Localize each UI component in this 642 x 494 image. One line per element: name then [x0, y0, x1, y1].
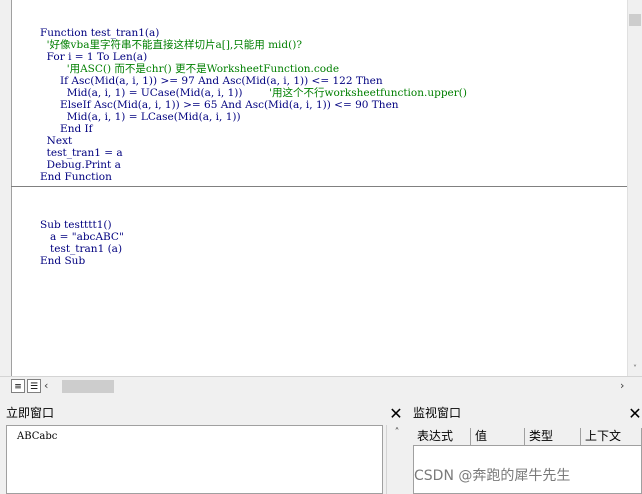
code-line[interactable]: End If: [40, 123, 467, 135]
code-text: For i = 1 To Len(a): [40, 51, 148, 63]
scroll-thumb[interactable]: [629, 14, 641, 26]
column-expression[interactable]: 表达式: [413, 428, 471, 445]
code-line[interactable]: [40, 207, 467, 219]
pane-gap: [0, 396, 642, 402]
code-text: Sub testttt1(): [40, 219, 112, 231]
column-value[interactable]: 值: [471, 428, 525, 445]
hscroll-thumb[interactable]: [62, 380, 114, 393]
code-text: Next: [40, 135, 73, 147]
code-line[interactable]: Mid(a, i, 1) = LCase(Mid(a, i, 1)): [40, 111, 467, 123]
code-text: test_tran1 = a: [40, 147, 123, 159]
code-line[interactable]: Sub testttt1(): [40, 219, 467, 231]
full-module-view-button[interactable]: ☰: [27, 379, 41, 393]
scroll-down-icon[interactable]: ˅: [628, 362, 642, 376]
procedure-view-button[interactable]: ≡: [11, 379, 25, 393]
code-line[interactable]: [40, 195, 467, 207]
code-text: If Asc(Mid(a, i, 1)) >= 97 And Asc(Mid(a…: [40, 75, 383, 87]
column-context[interactable]: 上下文: [581, 428, 642, 445]
watch-close-icon[interactable]: ✕: [628, 405, 642, 423]
code-line[interactable]: ElseIf Asc(Mid(a, i, 1)) >= 65 And Asc(M…: [40, 99, 467, 111]
immediate-output: ABCabc: [17, 431, 58, 442]
immediate-window-title: 立即窗口: [0, 403, 405, 423]
code-text: a = "abcABC": [40, 231, 124, 243]
code-line[interactable]: '好像vba里字符串不能直接这样切片a[],只能用 mid()?: [40, 39, 467, 51]
code-margin-bar[interactable]: [0, 0, 12, 376]
code-text: End If: [40, 123, 93, 135]
scroll-right-icon[interactable]: ›: [620, 379, 624, 392]
code-text: End Function: [40, 171, 112, 183]
code-text: End Sub: [40, 255, 86, 267]
code-comment: '好像vba里字符串不能直接这样切片a[],只能用 mid()?: [40, 39, 302, 51]
code-line[interactable]: Debug.Print a: [40, 159, 467, 171]
code-editor[interactable]: Function test_tran1(a) '好像vba里字符串不能直接这样切…: [40, 27, 467, 267]
code-window[interactable]: Function test_tran1(a) '好像vba里字符串不能直接这样切…: [0, 0, 642, 399]
watch-window-title: 监视窗口: [407, 403, 642, 423]
code-comment: '用这个不行worksheetfunction.upper(): [242, 87, 467, 99]
code-line[interactable]: End Sub: [40, 255, 467, 267]
code-line[interactable]: a = "abcABC": [40, 231, 467, 243]
code-text: Function test_tran1(a): [40, 27, 160, 39]
code-line[interactable]: Mid(a, i, 1) = UCase(Mid(a, i, 1)) '用这个不…: [40, 87, 467, 99]
immediate-vertical-scrollbar[interactable]: ˄: [386, 425, 406, 494]
code-line[interactable]: [40, 183, 467, 195]
code-line[interactable]: End Function: [40, 171, 467, 183]
code-line[interactable]: test_tran1 = a: [40, 147, 467, 159]
code-line[interactable]: Next: [40, 135, 467, 147]
code-text: Mid(a, i, 1) = LCase(Mid(a, i, 1)): [40, 111, 241, 123]
code-text: test_tran1 (a): [40, 243, 123, 255]
code-horizontal-scrollbar[interactable]: ≡ ☰ ‹ ›: [0, 376, 642, 396]
watermark: CSDN @奔跑的犀牛先生: [414, 468, 571, 484]
scroll-up-icon[interactable]: ˄: [387, 427, 407, 438]
column-type[interactable]: 类型: [525, 428, 581, 445]
immediate-close-icon[interactable]: ✕: [388, 405, 404, 423]
code-text: ElseIf Asc(Mid(a, i, 1)) >= 65 And Asc(M…: [40, 99, 399, 111]
code-line[interactable]: For i = 1 To Len(a): [40, 51, 467, 63]
procedure-separator: [11, 186, 628, 187]
code-line[interactable]: test_tran1 (a): [40, 243, 467, 255]
scroll-left-icon[interactable]: ‹: [44, 379, 48, 392]
code-line[interactable]: If Asc(Mid(a, i, 1)) >= 97 And Asc(Mid(a…: [40, 75, 467, 87]
code-text: Mid(a, i, 1) = UCase(Mid(a, i, 1)): [40, 87, 243, 99]
code-text: Debug.Print a: [40, 159, 121, 171]
code-line[interactable]: Function test_tran1(a): [40, 27, 467, 39]
immediate-window[interactable]: [6, 425, 383, 494]
code-vertical-scrollbar[interactable]: ˅: [627, 0, 642, 376]
code-line[interactable]: '用ASC() 而不是chr() 更不是WorksheetFunction.co…: [40, 63, 467, 75]
code-comment: '用ASC() 而不是chr() 更不是WorksheetFunction.co…: [40, 63, 340, 75]
watch-header: 表达式 值 类型 上下文: [413, 428, 642, 446]
